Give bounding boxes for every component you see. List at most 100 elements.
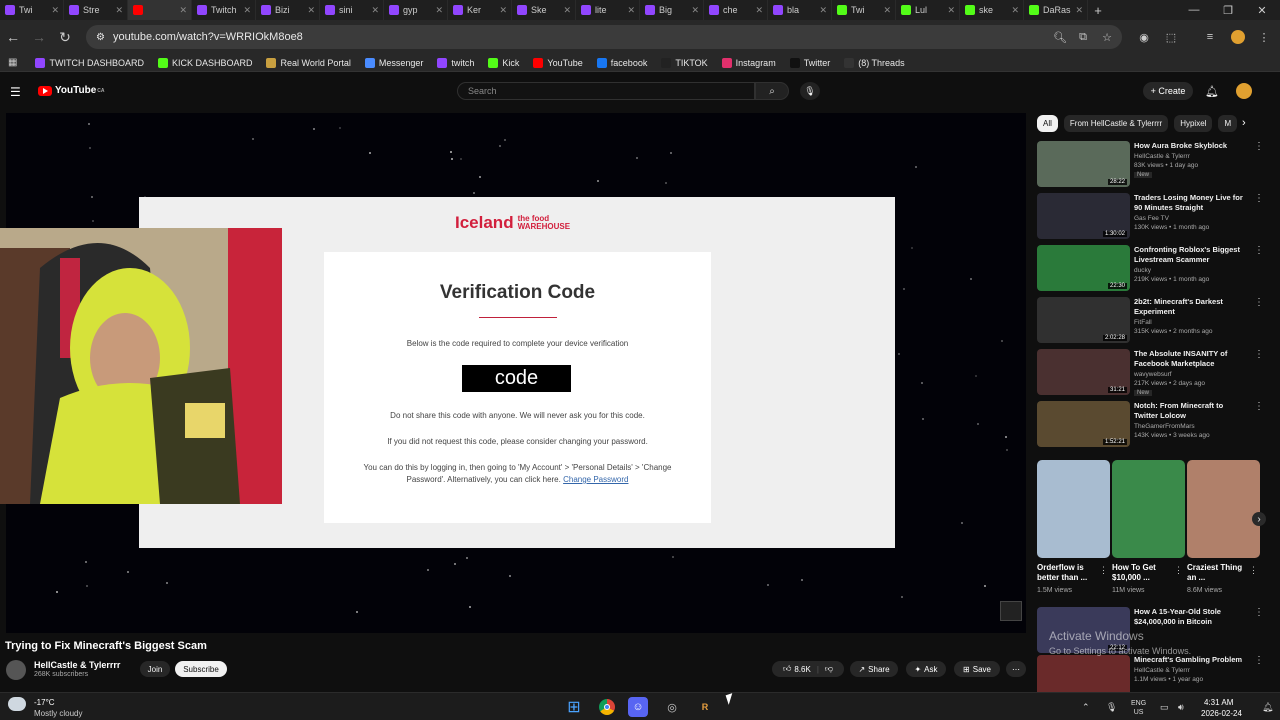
video-thumbnail[interactable]: 1:30:02	[1037, 193, 1130, 239]
reload-icon[interactable]: ↻	[52, 24, 78, 50]
filter-chip[interactable]: Hypixel	[1174, 115, 1213, 132]
subscribe-button[interactable]: Subscribe	[175, 661, 227, 677]
browser-tab[interactable]: DaRas ✕	[1024, 0, 1088, 20]
language-indicator[interactable]: ENG US	[1131, 699, 1146, 717]
start-windows-icon[interactable]: ⊞	[564, 697, 584, 717]
extension-icon[interactable]: ◉	[1134, 27, 1154, 47]
tray-chevron-icon[interactable]: ⌃	[1082, 702, 1090, 713]
bookmark-item[interactable]: facebook	[596, 57, 647, 68]
browser-tab[interactable]: ✕	[128, 0, 192, 20]
bookmark-item[interactable]: KICK DASHBOARD	[157, 57, 252, 68]
tab-close-icon[interactable]: ✕	[51, 5, 59, 16]
recommendation-title[interactable]: Notch: From Minecraft to Twitter Lolcow	[1134, 401, 1246, 421]
search-input[interactable]: Search	[457, 82, 755, 100]
shorts-next-icon[interactable]: ›	[1252, 512, 1266, 526]
bookmark-item[interactable]: TWITCH DASHBOARD	[35, 57, 144, 68]
recommendation-channel[interactable]: Gas Fee TV	[1134, 215, 1169, 222]
recommendation-menu-icon[interactable]: ⋮	[1254, 655, 1264, 666]
browser-tab[interactable]: sini ✕	[320, 0, 384, 20]
recommendation-title[interactable]: Minecraft's Gambling Problem	[1134, 655, 1246, 665]
browser-tab[interactable]: Ker ✕	[448, 0, 512, 20]
tray-mic-icon[interactable]: 🎙︎	[1106, 702, 1117, 713]
ask-button[interactable]: ✦ Ask	[906, 661, 946, 677]
tab-close-icon[interactable]: ✕	[883, 5, 891, 16]
recommendation-item[interactable]: 2:02:28 2b2t: Minecraft's Darkest Experim…	[1037, 297, 1267, 345]
browser-tab[interactable]: Lul ✕	[896, 0, 960, 20]
app-taskbar-icon[interactable]: ◎	[662, 697, 682, 717]
tab-close-icon[interactable]: ✕	[243, 5, 251, 16]
browser-tab[interactable]: Twi ✕	[832, 0, 896, 20]
channel-name[interactable]: HellCastle & Tylerrrr	[34, 660, 120, 670]
tab-close-icon[interactable]: ✕	[499, 5, 507, 16]
back-icon[interactable]: ←	[0, 24, 26, 50]
recommendation-menu-icon[interactable]: ⋮	[1254, 349, 1264, 360]
puzzle-icon[interactable]: ⬚	[1161, 27, 1181, 47]
browser-tab[interactable]: bla ✕	[768, 0, 832, 20]
short-title[interactable]: Orderflow is better than ...	[1037, 563, 1101, 583]
recommendation-menu-icon[interactable]: ⋮	[1254, 141, 1264, 152]
filter-chip[interactable]: From HellCastle & Tylerrrr	[1063, 115, 1169, 132]
recommendation-title[interactable]: How Aura Broke Skyblock	[1134, 141, 1246, 151]
recommendation-menu-icon[interactable]: ⋮	[1254, 607, 1264, 618]
video-thumbnail[interactable]: 1:52:21	[1037, 401, 1130, 447]
recommendation-menu-icon[interactable]: ⋮	[1254, 193, 1264, 204]
recommendation-title[interactable]: Traders Losing Money Live for 90 Minutes…	[1134, 193, 1246, 213]
notification-center-icon[interactable]: 🔔︎	[1262, 702, 1273, 713]
channel-watermark-icon[interactable]	[1000, 601, 1022, 621]
join-button[interactable]: Join	[140, 661, 170, 677]
recommendation-channel[interactable]: TheGamerFromMars	[1134, 423, 1195, 430]
bookmark-item[interactable]: Kick	[488, 57, 519, 68]
recommendation-item[interactable]: 22:30 Confronting Roblox's Biggest Livest…	[1037, 245, 1267, 293]
browser-tab[interactable]: Stre ✕	[64, 0, 128, 20]
filter-chip[interactable]: M	[1218, 115, 1238, 132]
channel-avatar[interactable]	[6, 660, 26, 680]
save-button[interactable]: ⊞ Save	[954, 661, 1000, 677]
bookmark-item[interactable]: YouTube	[533, 57, 583, 68]
address-bar[interactable]: ⚙ youtube.com/watch?v=WRRIOkM8oe8	[86, 25, 1122, 49]
browser-tab[interactable]: ske ✕	[960, 0, 1024, 20]
discord-taskbar-icon[interactable]: ☺	[628, 697, 648, 717]
bookmark-item[interactable]: Real World Portal	[266, 57, 351, 68]
bookmark-item[interactable]: Instagram	[721, 57, 776, 68]
short-thumbnail[interactable]	[1187, 460, 1260, 558]
bookmark-star-icon[interactable]: ☆	[1097, 27, 1117, 47]
change-password-link[interactable]: Change Password	[563, 475, 628, 484]
video-thumbnail[interactable]: 2:02:28	[1037, 297, 1130, 343]
recommendation-channel[interactable]: wavywebsurf	[1134, 371, 1172, 378]
browser-tab[interactable]: Twi ✕	[0, 0, 64, 20]
dislike-button[interactable]: 👎︎	[825, 664, 833, 674]
tab-close-icon[interactable]: ✕	[947, 5, 955, 16]
zoom-icon[interactable]: 🔍︎	[1050, 27, 1070, 47]
forward-icon[interactable]: →	[26, 24, 52, 50]
recommendation-channel[interactable]: HellCastle & Tylerrr	[1134, 667, 1190, 674]
filter-chip[interactable]: All	[1037, 115, 1058, 132]
more-actions-button[interactable]: ⋯	[1006, 661, 1026, 677]
tab-close-icon[interactable]: ✕	[819, 5, 827, 16]
site-info-icon[interactable]: ⚙	[96, 32, 105, 43]
short-thumbnail[interactable]	[1037, 460, 1110, 558]
recommendation-channel[interactable]: HellCastle & Tylerrr	[1134, 153, 1190, 160]
browser-tab[interactable]: gyp ✕	[384, 0, 448, 20]
browser-tab[interactable]: Bizi ✕	[256, 0, 320, 20]
short-title[interactable]: How To Get $10,000 ...	[1112, 563, 1176, 583]
video-thumbnail[interactable]: 28:22	[1037, 141, 1130, 187]
short-menu-icon[interactable]: ⋮	[1249, 565, 1258, 576]
voice-search-button[interactable]: 🎙︎	[800, 82, 820, 100]
tab-close-icon[interactable]: ✕	[371, 5, 379, 16]
short-title[interactable]: Craziest Thing an ...	[1187, 563, 1251, 583]
share-button[interactable]: ↗ Share	[850, 661, 898, 677]
new-tab-icon[interactable]: +	[1088, 0, 1108, 20]
apps-grid-icon[interactable]: ▦	[8, 57, 17, 68]
media-icon[interactable]: ≡	[1200, 27, 1220, 47]
bookmark-item[interactable]: Twitter	[789, 57, 830, 68]
clock-time[interactable]: 4:31 AM	[1204, 698, 1233, 707]
bookmark-item[interactable]: (8) Threads	[844, 57, 905, 68]
recommendation-item[interactable]: 31:21 The Absolute INSANITY of Facebook M…	[1037, 349, 1267, 397]
browser-tab[interactable]: lite ✕	[576, 0, 640, 20]
recommendation-channel[interactable]: ducky	[1134, 267, 1151, 274]
short-menu-icon[interactable]: ⋮	[1174, 565, 1183, 576]
menu-kebab-icon[interactable]: ⋮	[1254, 27, 1274, 47]
chrome-taskbar-icon[interactable]	[597, 697, 617, 717]
clock-date[interactable]: 2026-02-24	[1201, 709, 1242, 718]
minimize-icon[interactable]: —	[1177, 0, 1211, 20]
